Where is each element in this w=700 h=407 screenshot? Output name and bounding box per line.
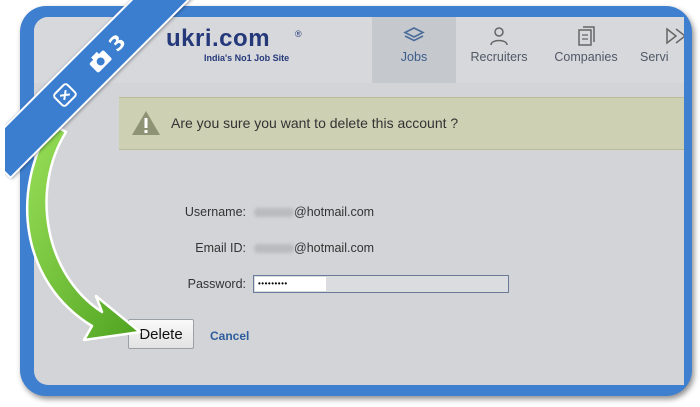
curved-arrow-icon <box>25 122 142 342</box>
